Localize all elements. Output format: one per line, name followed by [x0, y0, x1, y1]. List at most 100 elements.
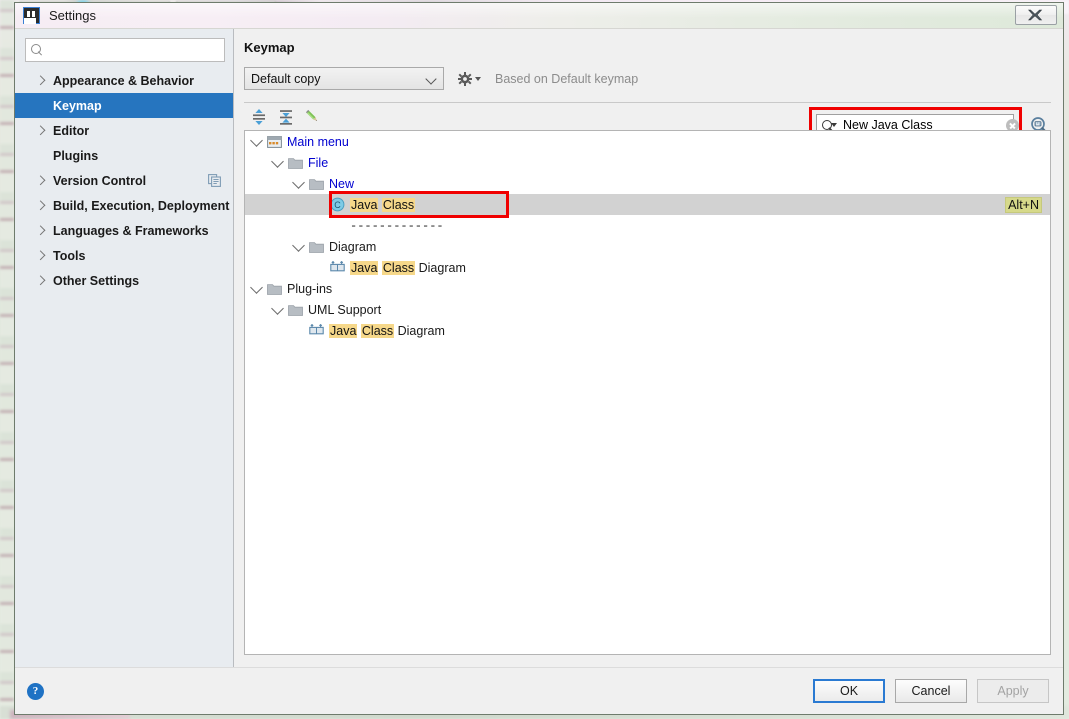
keymap-selector-row: Default copy Based on Default keymap [242, 67, 1051, 90]
sidebar-search-wrap [15, 29, 233, 68]
footer-button-group: OK Cancel Apply [813, 679, 1049, 703]
sidebar-item-label: Plugins [53, 148, 99, 163]
folder-icon [288, 157, 303, 169]
shortcuts-tree[interactable]: Main menu File New C Java Class Alt+N --------… [244, 130, 1051, 655]
tree-row[interactable]: Java Class Diagram [245, 257, 1050, 278]
chevron-down-icon[interactable] [292, 238, 305, 252]
close-icon[interactable] [1015, 5, 1057, 25]
title-bar-gloss [15, 3, 1063, 28]
tree-row-label: UML Support [308, 303, 381, 317]
tree-row-label: File [308, 156, 328, 170]
tree-label-text: Diagram [329, 239, 377, 254]
chevron-right-icon[interactable] [35, 74, 46, 85]
tree-row-selected[interactable]: C Java Class Alt+N [245, 194, 1050, 215]
tree-row-label: Diagram [329, 240, 376, 254]
gear-icon [458, 71, 472, 86]
keymap-settings-button[interactable] [458, 71, 481, 86]
chevron-down-icon [425, 73, 437, 85]
edit-shortcut-icon[interactable] [304, 108, 322, 126]
blurred-left-gutter [0, 0, 14, 719]
tree-label-text: ------------- [350, 218, 444, 233]
ok-button[interactable]: OK [813, 679, 885, 703]
tree-row-label: Java Class [350, 197, 416, 212]
tree-row[interactable]: File [245, 152, 1050, 173]
tree-row[interactable]: New [245, 173, 1050, 194]
sidebar-item-other-settings[interactable]: Other Settings [15, 268, 233, 293]
chevron-right-icon[interactable] [35, 249, 46, 260]
sidebar-item-tools[interactable]: Tools [15, 243, 233, 268]
folder-icon [288, 304, 303, 316]
main-menu-icon [267, 135, 282, 148]
search-match-highlight: Java [350, 197, 379, 212]
cancel-button[interactable]: Cancel [895, 679, 967, 703]
tree-row[interactable]: Plug-ins [245, 278, 1050, 299]
settings-search-input[interactable] [48, 42, 224, 58]
sidebar-item-label: Keymap [53, 98, 102, 113]
sidebar-item-appearance-behavior[interactable]: Appearance & Behavior [15, 68, 233, 93]
tree-label-text: File [308, 155, 329, 170]
tree-row[interactable]: UML Support [245, 299, 1050, 320]
tree-row[interactable]: Diagram [245, 236, 1050, 257]
search-match-highlight: Class [360, 323, 395, 338]
apply-button[interactable]: Apply [977, 679, 1049, 703]
tree-label-text: Diagram [415, 260, 466, 275]
window-title: Settings [49, 8, 96, 23]
sidebar-item-keymap[interactable]: Keymap [15, 93, 233, 118]
expand-all-icon[interactable] [250, 108, 268, 126]
collapse-all-icon[interactable] [277, 108, 295, 126]
sidebar-item-editor[interactable]: Editor [15, 118, 233, 143]
chevron-right-icon[interactable] [35, 199, 46, 210]
chevron-down-icon[interactable] [250, 133, 263, 147]
chevron-right-icon[interactable] [35, 174, 46, 185]
folder-icon [267, 283, 282, 295]
search-match-highlight: Java [329, 323, 358, 338]
sidebar-item-label: Build, Execution, Deployment [53, 198, 230, 213]
dialog-body: Appearance & Behavior Keymap Editor Plugins… [15, 29, 1063, 667]
project-level-icon [208, 174, 221, 187]
sidebar-item-languages-frameworks[interactable]: Languages & Frameworks [15, 218, 233, 243]
svg-text:C: C [334, 200, 341, 210]
tree-row-label: New [329, 177, 354, 191]
sidebar-item-build-execution-deployment[interactable]: Build, Execution, Deployment [15, 193, 233, 218]
chevron-down-icon[interactable] [271, 301, 284, 315]
based-on-label: Based on Default keymap [495, 71, 639, 86]
chevron-down-icon[interactable] [250, 280, 263, 294]
search-match-highlight: Java [350, 260, 379, 275]
chevron-right-icon[interactable] [35, 274, 46, 285]
sidebar-item-label: Languages & Frameworks [53, 223, 209, 238]
tree-label-text: Plug-ins [287, 281, 333, 296]
chevron-down-icon[interactable] [292, 175, 305, 189]
settings-sidebar: Appearance & Behavior Keymap Editor Plugins… [15, 29, 234, 667]
dialog-title-bar: Settings [15, 3, 1063, 29]
tree-row-label: Java Class Diagram [350, 260, 466, 275]
intellij-idea-icon [23, 7, 40, 24]
keymap-dropdown[interactable]: Default copy [244, 67, 444, 90]
java-class-icon: C [330, 197, 345, 212]
sidebar-item-label: Editor [53, 123, 90, 138]
chevron-down-icon[interactable] [271, 154, 284, 168]
settings-search-box[interactable] [25, 38, 225, 62]
settings-nav-list: Appearance & Behavior Keymap Editor Plugins… [15, 68, 233, 667]
tree-row[interactable]: Java Class Diagram [245, 320, 1050, 341]
keymap-panel: Keymap Default copy Based on Default key… [234, 29, 1063, 667]
folder-icon [309, 178, 324, 190]
chevron-right-icon[interactable] [35, 124, 46, 135]
tree-row[interactable]: Main menu [245, 131, 1050, 152]
sidebar-item-label: Tools [53, 248, 86, 263]
sidebar-item-version-control[interactable]: Version Control [15, 168, 233, 193]
chevron-right-icon[interactable] [35, 224, 46, 235]
sidebar-item-label: Version Control [53, 173, 147, 188]
sidebar-item-plugins[interactable]: Plugins [15, 143, 233, 168]
settings-dialog: Settings Appearance & Behavior Keymap Edit… [14, 2, 1064, 715]
panel-bottom-gap [242, 655, 1051, 667]
tree-label-text: New [329, 176, 355, 191]
diagram-icon [330, 261, 345, 274]
chevron-down-icon [831, 122, 837, 127]
sidebar-item-label: Other Settings [53, 273, 140, 288]
keymap-dropdown-value: Default copy [251, 71, 321, 86]
help-icon[interactable]: ? [27, 682, 44, 700]
folder-icon [309, 241, 324, 253]
search-icon [31, 43, 44, 57]
sidebar-item-label: Appearance & Behavior [53, 73, 195, 88]
tree-row[interactable]: ------------- [245, 215, 1050, 236]
